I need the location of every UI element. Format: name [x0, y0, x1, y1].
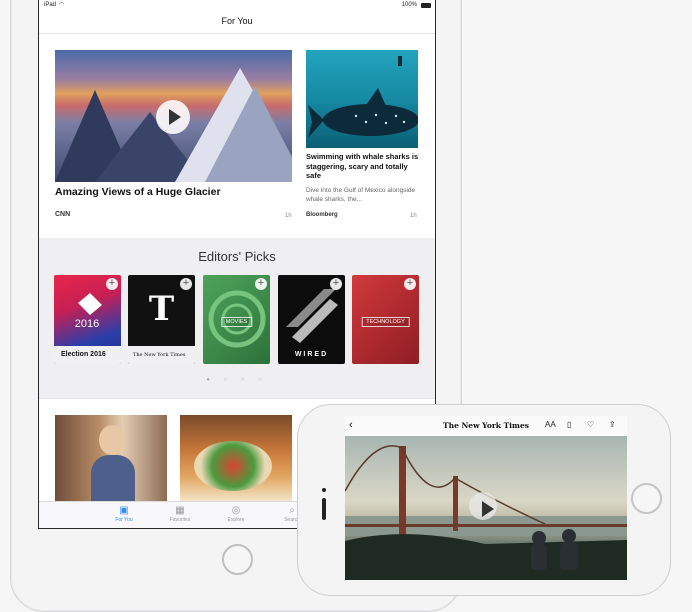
story-headline[interactable]: Amazing Views of a Huge Glacier	[55, 186, 295, 198]
story-headline[interactable]: Swimming with whale sharks is staggering…	[306, 152, 421, 181]
story-age: 1h	[410, 213, 417, 219]
section-title: Editors' Picks	[198, 249, 276, 264]
bookmark-icon[interactable]: ▯	[567, 420, 571, 429]
add-icon[interactable]: +	[180, 278, 192, 290]
share-icon[interactable]: ⇪	[609, 420, 616, 429]
text-size-icon[interactable]: AA	[545, 420, 556, 429]
page-indicator[interactable]: ● ○ ○ ○	[39, 377, 435, 383]
story-age: 1h	[285, 213, 292, 219]
article-toolbar: ‹ The New York Times AA ▯ ♡ ⇪	[345, 416, 627, 437]
publication-logo: The New York Times	[443, 421, 529, 430]
pick-label: WIRED	[294, 351, 329, 358]
tab-favorites[interactable]: ▦ Favorites	[150, 505, 210, 523]
add-icon[interactable]: +	[255, 278, 267, 290]
wifi-icon: ◠	[59, 2, 65, 8]
page-title: For You	[221, 16, 253, 26]
pick-wired[interactable]: + WIRED	[278, 275, 345, 364]
whale-shark-illustration	[308, 56, 418, 138]
person-silhouette	[99, 425, 125, 455]
for-you-icon: ▣	[119, 505, 129, 516]
nav-divider	[39, 33, 435, 34]
election-art-text: 2016	[75, 318, 99, 330]
nyt-logo-icon: T	[148, 289, 175, 329]
tab-label: Favorites	[169, 517, 191, 523]
pick-caption: Election 2016	[54, 346, 121, 364]
story-source: Bloomberg	[306, 212, 338, 218]
status-bar: iPad ◠ 100%	[39, 0, 435, 12]
story-source: CNN	[55, 211, 71, 218]
salad-bowl	[194, 441, 272, 491]
pick-movies[interactable]: MOVIES +	[203, 275, 270, 364]
carrier-label: iPad	[44, 2, 57, 8]
play-button[interactable]	[156, 100, 190, 134]
food-thumbnail[interactable]	[180, 415, 292, 501]
tab-label: For You	[115, 517, 133, 523]
add-icon[interactable]: +	[330, 278, 342, 290]
section-divider	[39, 398, 435, 399]
ipad-home-button[interactable]	[222, 544, 253, 575]
iphone-home-button[interactable]	[631, 483, 662, 514]
pick-technology[interactable]: TECHNOLOGY +	[352, 275, 419, 364]
pick-new-york-times[interactable]: T + The New York Times	[128, 275, 195, 364]
tab-label: Explore	[227, 517, 245, 523]
heart-icon[interactable]: ♡	[587, 420, 594, 429]
tab-for-you[interactable]: ▣ For You	[94, 505, 154, 523]
person-body	[91, 455, 135, 501]
tab-explore[interactable]: ◎ Explore	[206, 505, 266, 523]
add-icon[interactable]: +	[106, 278, 118, 290]
story-summary: Dive into the Gulf of Mexico alongside w…	[306, 187, 416, 203]
play-button[interactable]	[469, 492, 497, 520]
iphone-screen: ‹ The New York Times AA ▯ ♡ ⇪	[345, 416, 627, 580]
favorites-icon: ▦	[175, 505, 185, 516]
battery-percent: 100%	[401, 2, 417, 8]
glacier-video-thumbnail[interactable]	[55, 50, 292, 182]
pick-label: MOVIES	[220, 317, 253, 327]
pick-label: TECHNOLOGY	[361, 317, 410, 327]
whale-shark-thumbnail[interactable]	[306, 50, 418, 148]
article-video[interactable]	[345, 436, 627, 580]
explore-icon: ◎	[231, 505, 241, 516]
add-icon[interactable]: +	[404, 278, 416, 290]
battery-icon	[421, 3, 431, 8]
portrait-thumbnail[interactable]	[55, 415, 167, 501]
iphone-camera	[322, 488, 326, 492]
iphone-speaker	[322, 498, 326, 520]
pick-election-2016[interactable]: 2016 + Election 2016	[54, 275, 121, 364]
pick-caption: The New York Times	[128, 346, 195, 364]
